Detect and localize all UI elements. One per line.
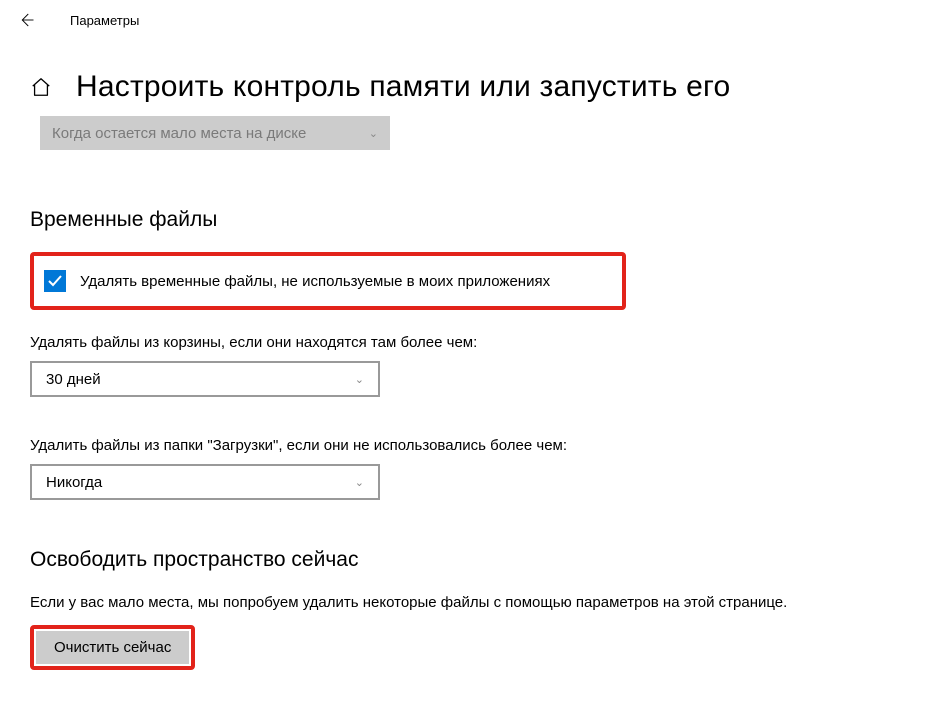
checkmark-icon [47,273,63,289]
chevron-down-icon: ⌄ [355,476,364,489]
recycle-bin-select[interactable]: 30 дней ⌄ [30,361,380,397]
arrow-left-icon [17,11,35,29]
freeup-heading: Освободить пространство сейчас [30,548,917,572]
delete-temp-files-checkbox[interactable] [44,270,66,292]
recycle-bin-value: 30 дней [46,371,101,388]
downloads-value: Никогда [46,474,102,491]
content-area: Когда остается мало места на диске ⌄ Вре… [0,116,947,700]
page-title: Настроить контроль памяти или запустить … [76,70,730,104]
delete-temp-files-label: Удалять временные файлы, не используемые… [80,273,550,290]
chevron-down-icon: ⌄ [355,373,364,386]
titlebar: Параметры [0,0,947,40]
temp-files-heading: Временные файлы [30,208,917,232]
home-icon [30,76,52,98]
freeup-description: Если у вас мало места, мы попробуем удал… [30,594,917,611]
clear-now-button[interactable]: Очистить сейчас [36,631,189,664]
downloads-label: Удалить файлы из папки "Загрузки", если … [30,437,917,454]
back-button[interactable] [14,8,38,32]
clear-now-highlight: Очистить сейчас [30,625,195,670]
header-row: Настроить контроль памяти или запустить … [0,40,947,114]
dropdown-value: Когда остается мало места на диске [52,125,306,142]
downloads-select[interactable]: Никогда ⌄ [30,464,380,500]
app-title: Параметры [70,13,139,28]
recycle-bin-label: Удалять файлы из корзины, если они наход… [30,334,917,351]
delete-temp-files-row: Удалять временные файлы, не используемые… [30,252,626,310]
run-storage-sense-dropdown[interactable]: Когда остается мало места на диске ⌄ [40,116,390,150]
home-button[interactable] [30,76,52,98]
chevron-down-icon: ⌄ [369,127,378,140]
